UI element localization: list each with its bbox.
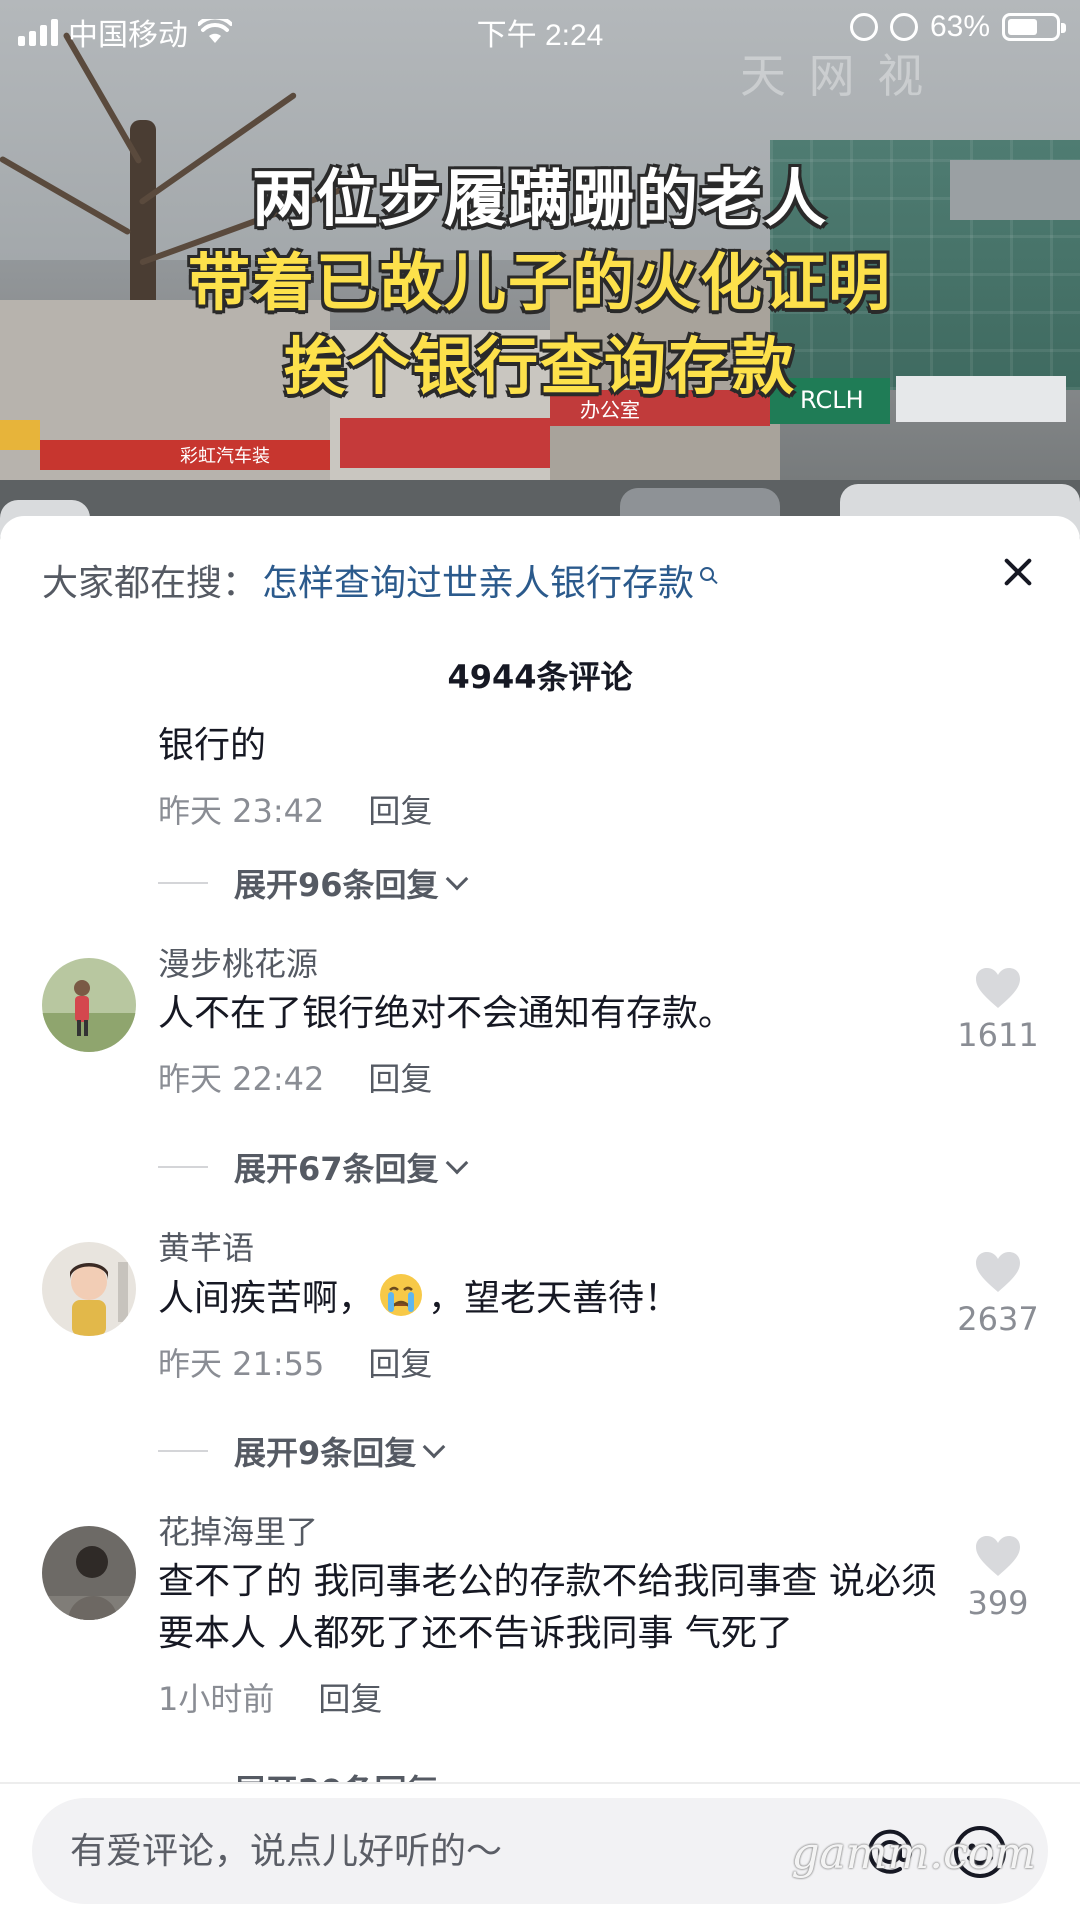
- comment-time: 昨天 23:42: [158, 792, 325, 830]
- expand-replies-label: 展开9条回复: [234, 1434, 417, 1472]
- avatar[interactable]: [42, 958, 136, 1052]
- trending-search-query[interactable]: 怎样查询过世亲人银行存款: [262, 554, 694, 606]
- expand-replies-label: 展开96条回复: [234, 866, 439, 904]
- expand-replies-label: 展开67条回复: [234, 1150, 439, 1188]
- reply-button[interactable]: 回复: [368, 1054, 432, 1100]
- like-button[interactable]: 399: [938, 1534, 1058, 1622]
- comment-username[interactable]: 黄芊语: [158, 1228, 938, 1268]
- shop-sign: [0, 420, 40, 450]
- video-background[interactable]: 天 网 视 彩虹汽车装 办公室 RCLH 两位步履蹒跚的老人 带着已故儿子的火化…: [0, 0, 1080, 540]
- expand-replies-button[interactable]: 展开96条回复: [158, 860, 468, 906]
- trending-search-prefix: 大家都在搜：: [42, 563, 259, 604]
- reply-button[interactable]: 回复: [368, 786, 432, 832]
- chevron-down-icon: [422, 1435, 446, 1459]
- comment-time: 昨天 21:55: [158, 1345, 325, 1383]
- comments-sheet: 大家都在搜： 怎样查询过世亲人银行存款 4944条评论 银行的 昨天 23:42…: [0, 516, 1080, 1920]
- expand-replies-button[interactable]: 展开9条回复: [158, 1428, 446, 1474]
- avatar[interactable]: [42, 1242, 136, 1336]
- alarm-icon: [889, 13, 918, 41]
- comment-text: 银行的: [158, 725, 267, 766]
- comment-count: 4944条评论: [447, 658, 633, 696]
- chevron-down-icon: [445, 1151, 468, 1175]
- comment-text-part: 人间疾苦啊，: [158, 1278, 375, 1319]
- reply-button[interactable]: 回复: [318, 1674, 382, 1720]
- battery-percent: 63%: [929, 10, 990, 43]
- video-caption-line-1: 两位步履蹒跚的老人: [251, 162, 828, 235]
- expand-replies-button[interactable]: 展开67条回复: [158, 1144, 468, 1190]
- avatar[interactable]: [42, 1526, 136, 1620]
- video-caption-line-3: 挨个银行查询存款: [283, 330, 796, 403]
- orientation-lock-icon: [849, 13, 878, 41]
- like-count: 2637: [957, 1300, 1039, 1338]
- comment-text: 人间疾苦啊， ，望老天善待！: [158, 1272, 938, 1325]
- comment-text: 查不了的 我同事老公的存款不给我同事查 说必须要本人 人都死了还不告诉我同事 气…: [158, 1561, 937, 1654]
- comment-text-part: ，望老天善待！: [428, 1278, 681, 1319]
- comment-username[interactable]: 漫步桃花源: [158, 944, 938, 984]
- battery-level: [1008, 19, 1037, 35]
- comment-username[interactable]: 花掉海里了: [158, 1512, 938, 1552]
- heart-icon: [976, 968, 1020, 1008]
- comment-time: 1小时前: [158, 1680, 275, 1718]
- comment-input-container[interactable]: [32, 1798, 1048, 1904]
- shop-sign-text: 彩虹汽车装: [180, 446, 270, 467]
- like-count: 399: [967, 1584, 1029, 1622]
- crying-emoji-icon: [380, 1274, 423, 1316]
- comment-text: 人不在了银行绝对不会通知有存款。: [158, 993, 735, 1034]
- comment-time: 昨天 22:42: [158, 1060, 325, 1098]
- heart-icon: [976, 1252, 1020, 1292]
- divider: [158, 1166, 208, 1168]
- search-icon: [700, 567, 715, 581]
- divider: [158, 1450, 208, 1452]
- chevron-down-icon: [445, 867, 468, 891]
- heart-icon: [976, 1536, 1020, 1576]
- comment-input-bar: [0, 1782, 1080, 1920]
- comment-input[interactable]: [70, 1822, 830, 1880]
- close-icon[interactable]: [996, 550, 1040, 594]
- like-button[interactable]: 2637: [938, 1250, 1058, 1338]
- like-count: 1611: [957, 1016, 1039, 1054]
- trending-search[interactable]: 大家都在搜： 怎样查询过世亲人银行存款: [42, 554, 715, 606]
- status-bar: 中国移动 下午 2:24 63%: [0, 0, 1080, 56]
- divider: [158, 882, 208, 884]
- video-caption-line-2: 带着已故儿子的火化证明: [187, 246, 892, 319]
- reply-button[interactable]: 回复: [368, 1339, 432, 1385]
- emoji-icon[interactable]: [952, 1824, 1008, 1880]
- battery-icon: [1002, 13, 1066, 41]
- shop-sign: [340, 418, 550, 468]
- like-button[interactable]: 1611: [938, 966, 1058, 1054]
- at-icon[interactable]: [862, 1824, 918, 1880]
